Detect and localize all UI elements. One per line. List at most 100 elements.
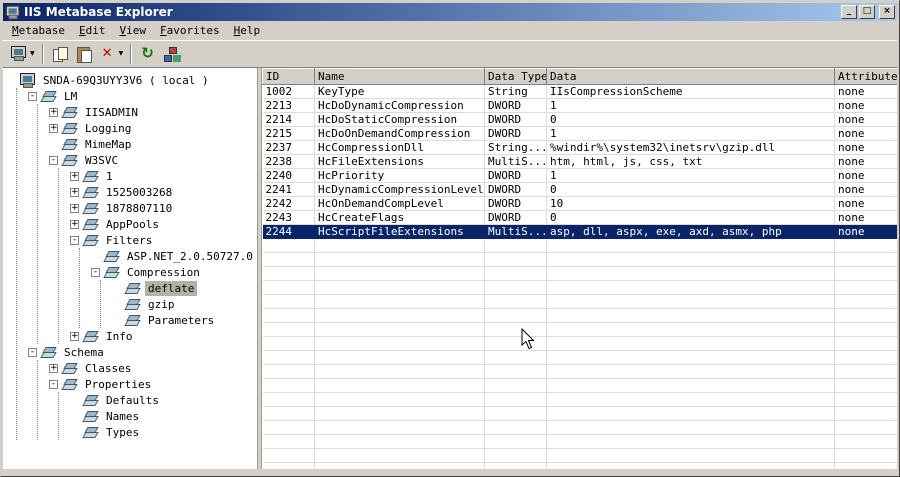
tree-item-logging[interactable]: + Logging <box>49 120 257 136</box>
list-row-2238[interactable]: 2238 HcFileExtensions MultiS... htm, html, … <box>262 154 897 169</box>
tree-item-label: MimeMap <box>85 137 132 151</box>
collapse-toggle[interactable]: - <box>49 155 58 165</box>
cell-id: 2241 <box>262 182 315 197</box>
cell-type: DWORD <box>484 98 547 113</box>
tree-item-label: Info <box>106 329 133 343</box>
connect-button[interactable]: ▼ <box>7 43 38 65</box>
list-row-2213[interactable]: 2213 HcDoDynamicCompression DWORD 1 none <box>262 98 897 113</box>
tree-item-1878807110[interactable]: +1878807110 <box>70 200 257 216</box>
tree-item-properties[interactable]: - Properties <box>49 376 257 392</box>
collapse-toggle[interactable]: - <box>91 267 100 277</box>
maximize-button[interactable]: □ <box>859 5 875 19</box>
expand-toggle[interactable]: + <box>70 203 79 213</box>
cell-data: 10 <box>546 196 835 211</box>
column-header-data[interactable]: Data <box>546 68 835 85</box>
list-row-2214[interactable]: 2214 HcDoStaticCompression DWORD 0 none <box>262 112 897 127</box>
menu-edit[interactable]: Edit <box>72 22 113 39</box>
cell-attributes: none <box>834 84 897 99</box>
empty-row <box>262 392 897 407</box>
tree-item-compression[interactable]: - Compression <box>91 264 257 280</box>
expand-toggle[interactable]: + <box>49 107 58 117</box>
collapse-toggle[interactable]: - <box>70 235 79 245</box>
tree-item-parameters[interactable]: Parameters <box>112 312 257 328</box>
tree-item-label: Types <box>106 425 140 439</box>
tree-item-deflate[interactable]: deflate <box>112 280 257 296</box>
tree-item-filters[interactable]: - Filters <box>70 232 257 248</box>
tree-item-label: Logging <box>85 121 132 135</box>
expand-toggle[interactable]: + <box>70 219 79 229</box>
expand-toggle[interactable]: + <box>70 171 79 181</box>
close-button[interactable]: × <box>879 5 895 19</box>
content-area: SNDA-69Q3UYY3V6 ( local ) - LM + IISADMIN + Lo… <box>3 67 897 469</box>
tree-item-types[interactable]: Types <box>70 424 257 440</box>
tree-item-w3svc[interactable]: - W3SVC <box>49 152 257 168</box>
metabase-key-icon <box>103 250 120 263</box>
network-button[interactable] <box>160 43 184 65</box>
list-row-2240[interactable]: 2240 HcPriority DWORD 1 none <box>262 168 897 183</box>
empty-row <box>262 336 897 351</box>
dropdown-arrow-icon[interactable]: ▼ <box>119 50 124 57</box>
empty-row <box>262 238 897 253</box>
tree-item-apppools[interactable]: + AppPools <box>70 216 257 232</box>
tree-item-gzip[interactable]: gzip <box>112 296 257 312</box>
tree-item-lm[interactable]: - LM <box>28 88 257 104</box>
menu-metabase[interactable]: Metabase <box>5 22 72 39</box>
property-list[interactable]: IDNameData TypeDataAttributes 1002KeyTyp… <box>261 68 897 469</box>
paste-icon <box>75 46 93 63</box>
empty-row <box>262 364 897 379</box>
delete-icon <box>99 46 117 62</box>
delete-button[interactable]: ▼ <box>96 43 127 65</box>
column-header-name[interactable]: Name <box>314 68 485 85</box>
menu-favorites[interactable]: Favorites <box>153 22 227 39</box>
copy-button[interactable] <box>48 43 72 65</box>
expand-toggle[interactable]: + <box>49 123 58 133</box>
list-row-1002[interactable]: 1002 KeyType String IIsCompressionScheme non… <box>262 84 897 99</box>
cell-data: 1 <box>546 126 835 141</box>
cell-data: 0 <box>546 182 835 197</box>
cell-id: 2214 <box>262 112 315 127</box>
tree-item-iisadmin[interactable]: + IISADMIN <box>49 104 257 120</box>
tree-item-1[interactable]: +1 <box>70 168 257 184</box>
tree-item-mimemap[interactable]: MimeMap <box>49 136 257 152</box>
metabase-key-icon <box>61 138 78 151</box>
tree-item-names[interactable]: Names <box>70 408 257 424</box>
cell-type: DWORD <box>484 126 547 141</box>
metabase-key-icon <box>82 202 99 215</box>
menu-view[interactable]: View <box>112 22 153 39</box>
cell-name: KeyType <box>314 84 485 99</box>
tree-item-info[interactable]: + Info <box>70 328 257 344</box>
title-bar[interactable]: IIS Metabase Explorer _ □ × <box>3 3 897 21</box>
list-row-2243[interactable]: 2243 HcCreateFlags DWORD 0 none <box>262 210 897 225</box>
tree-item-snda-69q3uyy3v6-local[interactable]: SNDA-69Q3UYY3V6 ( local ) <box>7 72 257 88</box>
list-row-2241[interactable]: 2241 HcDynamicCompressionLevel DWORD 0 none <box>262 182 897 197</box>
list-row-2237[interactable]: 2237 HcCompressionDll String... %windir%\sy… <box>262 140 897 155</box>
empty-row <box>262 252 897 267</box>
minimize-button[interactable]: _ <box>841 5 857 19</box>
column-header-attributes[interactable]: Attributes <box>834 68 897 85</box>
metabase-key-icon <box>124 282 141 295</box>
tree-item-label: 1878807110 <box>106 201 173 215</box>
cell-id: 2215 <box>262 126 315 141</box>
refresh-button[interactable] <box>136 43 160 65</box>
expand-toggle[interactable]: + <box>70 187 79 197</box>
tree-item-1525003268[interactable]: +1525003268 <box>70 184 257 200</box>
collapse-toggle[interactable]: - <box>49 379 58 389</box>
metabase-tree[interactable]: SNDA-69Q3UYY3V6 ( local ) - LM + IISADMIN + Lo… <box>3 68 258 469</box>
tree-item-schema[interactable]: - Schema <box>28 344 257 360</box>
collapse-toggle[interactable]: - <box>28 91 37 101</box>
list-row-2215[interactable]: 2215 HcDoOnDemandCompression DWORD 1 none <box>262 126 897 141</box>
cell-id: 2213 <box>262 98 315 113</box>
tree-item-classes[interactable]: + Classes <box>49 360 257 376</box>
expand-toggle[interactable]: + <box>49 363 58 373</box>
expand-toggle[interactable]: + <box>70 331 79 341</box>
column-header-id[interactable]: ID <box>262 68 315 85</box>
list-row-2242[interactable]: 2242 HcOnDemandCompLevel DWORD 10 none <box>262 196 897 211</box>
tree-item-defaults[interactable]: Defaults <box>70 392 257 408</box>
collapse-toggle[interactable]: - <box>28 347 37 357</box>
menu-help[interactable]: Help <box>227 22 268 39</box>
tree-item-asp-net-2-0-50727-0[interactable]: ASP.NET_2.0.50727.0 <box>91 248 257 264</box>
list-row-2244[interactable]: 2244 HcScriptFileExtensions MultiS... asp, … <box>262 224 897 239</box>
paste-button[interactable] <box>72 43 96 65</box>
dropdown-arrow-icon[interactable]: ▼ <box>30 50 35 57</box>
column-header-data-type[interactable]: Data Type <box>484 68 547 85</box>
